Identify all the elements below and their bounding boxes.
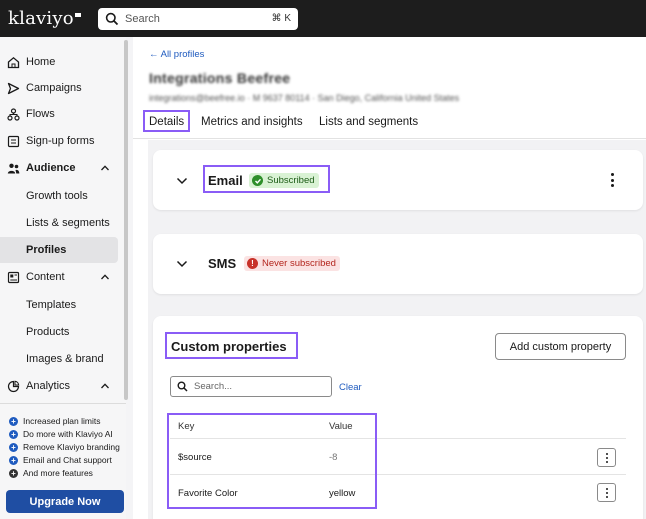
form-icon [6, 134, 20, 148]
home-icon [6, 55, 20, 69]
sidebar-item-label: Content [26, 271, 65, 283]
sidebar-scrollbar[interactable] [124, 40, 128, 400]
sidebar-item-profiles[interactable]: Profiles [0, 237, 118, 263]
sidebar-item-label: Home [26, 56, 56, 68]
search-icon [105, 12, 119, 25]
profile-meta: integrations@beefree.io · M 9637 80114 ·… [149, 93, 460, 103]
custom-properties-highlight [165, 332, 298, 359]
promo-item: + And more features [9, 467, 93, 479]
sidebar-item-growth-tools[interactable]: Growth tools [0, 183, 118, 209]
top-bar: klaviyo Search ⌘ K [0, 0, 646, 37]
promo-item: + Email and Chat support [9, 454, 112, 466]
content-icon [6, 270, 20, 284]
chevron-up-icon[interactable] [100, 272, 110, 282]
tab-details-highlight [143, 110, 190, 132]
plus-icon: + [9, 442, 18, 452]
properties-search-input[interactable]: Search... [170, 376, 332, 397]
row-more-button[interactable] [597, 483, 616, 502]
email-highlight [203, 165, 330, 193]
chevron-down-icon[interactable] [176, 260, 188, 268]
clear-search-link[interactable]: Clear [339, 382, 362, 393]
sidebar-item-label: Campaigns [26, 82, 82, 94]
promo-item: + Remove Klaviyo branding [9, 441, 120, 453]
chevron-up-icon[interactable] [100, 381, 110, 391]
sidebar-item-lists-segments[interactable]: Lists & segments [0, 210, 118, 236]
tab-metrics-insights[interactable]: Metrics and insights [201, 116, 303, 128]
promo-item: + Do more with Klaviyo AI [9, 428, 113, 440]
search-placeholder: Search [125, 12, 160, 25]
flows-icon [6, 107, 20, 121]
sidebar-item-campaigns[interactable]: Campaigns [0, 76, 124, 100]
profile-name: Integrations Beefree [149, 70, 291, 86]
plus-icon: + [9, 468, 18, 478]
promo-item: + Increased plan limits [9, 415, 100, 427]
email-more-icon[interactable] [610, 173, 614, 187]
key-value-highlight [167, 413, 377, 509]
sidebar-item-label: Analytics [26, 380, 71, 392]
analytics-icon [6, 379, 20, 393]
alert-icon: ! [247, 258, 258, 269]
upgrade-now-button[interactable]: Upgrade Now [6, 490, 124, 513]
sidebar-item-label: Audience [26, 162, 76, 174]
people-icon [6, 161, 20, 175]
sidebar-item-home[interactable]: Home [0, 50, 124, 74]
sidebar-item-flows[interactable]: Flows [0, 102, 124, 126]
sidebar-item-audience[interactable]: Audience [0, 156, 124, 180]
plus-icon: + [9, 416, 18, 426]
sidebar-item-templates[interactable]: Templates [0, 292, 118, 318]
tab-lists-segments[interactable]: Lists and segments [319, 116, 418, 128]
search-shortcut: ⌘ K [271, 13, 291, 24]
sms-label: SMS [208, 256, 237, 271]
sidebar-item-products[interactable]: Products [0, 319, 118, 345]
never-subscribed-badge: ! Never subscribed [244, 256, 340, 271]
sidebar-item-content[interactable]: Content [0, 265, 124, 289]
chevron-down-icon[interactable] [176, 177, 188, 185]
tabs-divider [133, 138, 646, 139]
search-icon [177, 381, 188, 392]
sidebar-item-label: Flows [26, 108, 55, 120]
sidebar-item-label: Sign-up forms [26, 135, 95, 147]
sidebar-item-images-brand[interactable]: Images & brand [0, 346, 118, 372]
send-icon [6, 81, 20, 95]
sidebar-item-signup-forms[interactable]: Sign-up forms [0, 129, 124, 153]
sidebar-item-analytics[interactable]: Analytics [0, 374, 124, 398]
klaviyo-logo[interactable]: klaviyo [8, 8, 90, 29]
add-custom-property-button[interactable]: Add custom property [495, 333, 626, 360]
sidebar-divider [0, 403, 126, 404]
all-profiles-link[interactable]: ← All profiles [149, 49, 204, 60]
row-more-button[interactable] [597, 448, 616, 467]
chevron-up-icon[interactable] [100, 163, 110, 173]
plus-icon: + [9, 429, 18, 439]
global-search-input[interactable]: Search ⌘ K [98, 7, 298, 30]
plus-icon: + [9, 455, 18, 465]
